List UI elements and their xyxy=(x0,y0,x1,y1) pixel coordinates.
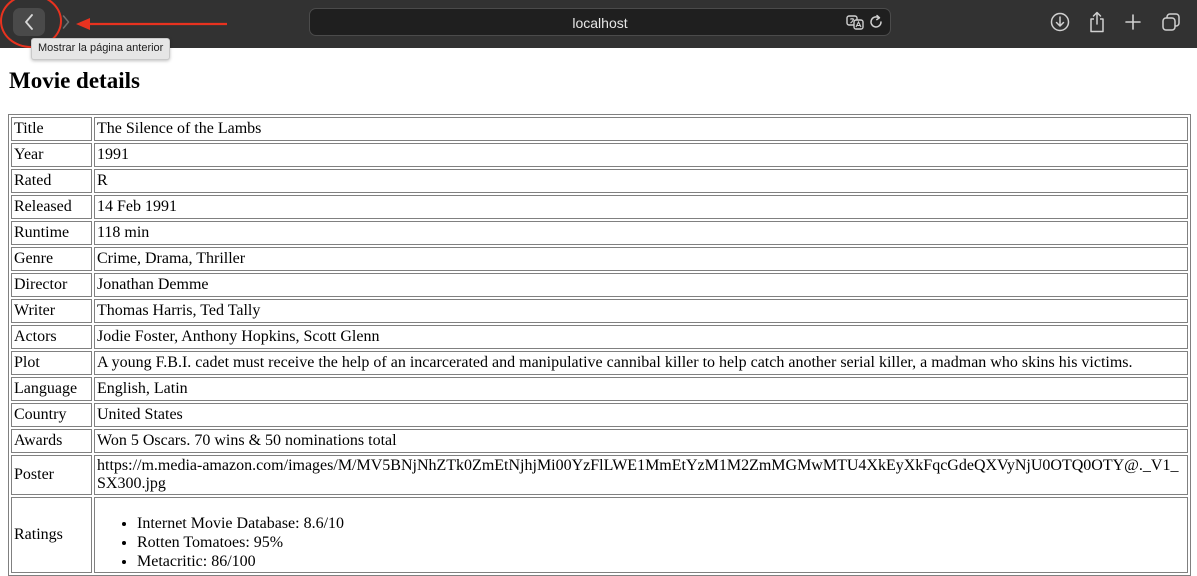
row-value: Jodie Foster, Anthony Hopkins, Scott Gle… xyxy=(94,325,1188,349)
row-value: A young F.B.I. cadet must receive the he… xyxy=(94,351,1188,375)
plus-icon xyxy=(1125,14,1141,30)
back-button[interactable] xyxy=(13,8,45,36)
table-row: Language English, Latin xyxy=(11,377,1188,401)
table-row: Runtime 118 min xyxy=(11,221,1188,245)
row-label: Director xyxy=(11,273,92,297)
row-label: Plot xyxy=(11,351,92,375)
ratings-cell: Internet Movie Database: 8.6/10 Rotten T… xyxy=(94,497,1188,573)
table-row: Year 1991 xyxy=(11,143,1188,167)
row-value: 1991 xyxy=(94,143,1188,167)
page-title: Movie details xyxy=(9,68,140,93)
translate-icon[interactable] xyxy=(846,14,864,30)
row-label: Released xyxy=(11,195,92,219)
address-text: localhost xyxy=(572,15,628,31)
row-value: Jonathan Demme xyxy=(94,273,1188,297)
row-label: Country xyxy=(11,403,92,427)
row-label: Language xyxy=(11,377,92,401)
row-value: 118 min xyxy=(94,221,1188,245)
row-label: Title xyxy=(11,117,92,141)
row-value: R xyxy=(94,169,1188,193)
row-value: Won 5 Oscars. 70 wins & 50 nominations t… xyxy=(94,429,1188,453)
table-row: Awards Won 5 Oscars. 70 wins & 50 nominat… xyxy=(11,429,1188,453)
download-icon xyxy=(1050,12,1070,32)
row-label: Year xyxy=(11,143,92,167)
table-row: Plot A young F.B.I. cadet must receive th… xyxy=(11,351,1188,375)
list-item: Internet Movie Database: 8.6/10 xyxy=(137,514,1185,533)
table-row: Director Jonathan Demme xyxy=(11,273,1188,297)
back-tooltip: Mostrar la página anterior xyxy=(31,38,171,60)
forward-button[interactable] xyxy=(56,8,76,36)
row-value: English, Latin xyxy=(94,377,1188,401)
row-value: The Silence of the Lambs xyxy=(94,117,1188,141)
address-bar[interactable]: localhost xyxy=(309,8,891,36)
share-icon xyxy=(1090,11,1104,33)
table-row: Actors Jodie Foster, Anthony Hopkins, Sco… xyxy=(11,325,1188,349)
row-label: Writer xyxy=(11,299,92,323)
chevron-right-icon xyxy=(62,15,70,29)
table-row: Writer Thomas Harris, Ted Tally xyxy=(11,299,1188,323)
new-tab-button[interactable] xyxy=(1122,11,1144,33)
row-value: United States xyxy=(94,403,1188,427)
table-row: Title The Silence of the Lambs xyxy=(11,117,1188,141)
list-item: Rotten Tomatoes: 95% xyxy=(137,533,1185,552)
table-row: Genre Crime, Drama, Thriller xyxy=(11,247,1188,271)
row-label: Runtime xyxy=(11,221,92,245)
table-row: Poster https://m.media-amazon.com/images/… xyxy=(11,455,1188,495)
table-row: Rated R xyxy=(11,169,1188,193)
chevron-left-icon xyxy=(25,14,33,30)
share-button[interactable] xyxy=(1086,11,1108,33)
poster-url: https://m.media-amazon.com/images/M/MV5B… xyxy=(94,455,1188,495)
row-label: Awards xyxy=(11,429,92,453)
row-value: 14 Feb 1991 xyxy=(94,195,1188,219)
downloads-button[interactable] xyxy=(1049,11,1071,33)
tab-overview-button[interactable] xyxy=(1160,11,1182,33)
tab-overview-icon xyxy=(1162,13,1180,31)
table-row: Released 14 Feb 1991 xyxy=(11,195,1188,219)
row-label: Poster xyxy=(11,455,92,495)
table-row: Ratings Internet Movie Database: 8.6/10 … xyxy=(11,497,1188,573)
row-label: Genre xyxy=(11,247,92,271)
row-label: Actors xyxy=(11,325,92,349)
row-label: Rated xyxy=(11,169,92,193)
reload-icon[interactable] xyxy=(868,14,884,30)
browser-toolbar: localhost xyxy=(0,0,1197,48)
movie-details-table: Title The Silence of the Lambs Year 1991 R… xyxy=(8,114,1191,576)
row-label: Ratings xyxy=(11,497,92,573)
ratings-list: Internet Movie Database: 8.6/10 Rotten T… xyxy=(97,514,1185,571)
list-item: Metacritic: 86/100 xyxy=(137,552,1185,571)
row-value: Thomas Harris, Ted Tally xyxy=(94,299,1188,323)
row-value: Crime, Drama, Thriller xyxy=(94,247,1188,271)
table-row: Country United States xyxy=(11,403,1188,427)
